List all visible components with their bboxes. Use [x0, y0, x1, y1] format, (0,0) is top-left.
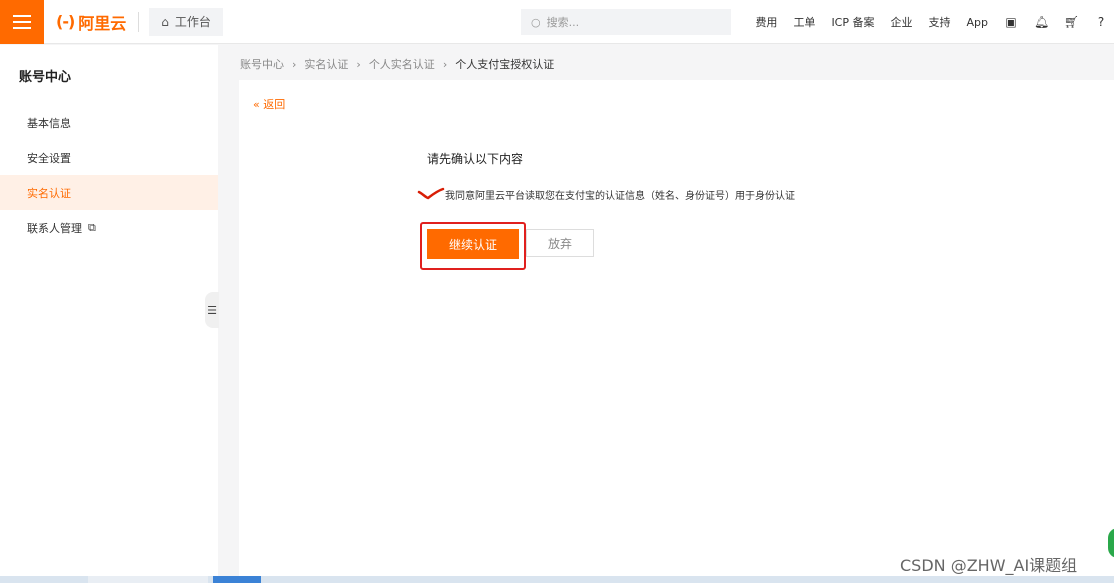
- nav-link-support[interactable]: 支持: [929, 14, 951, 30]
- hamburger-menu-button[interactable]: [0, 0, 44, 44]
- nav-link-app[interactable]: App: [967, 16, 989, 29]
- main-content: « 返回 请先确认以下内容 我同意阿里云平台读取您在支付宝的认证信息（姓名、身份…: [239, 80, 1114, 576]
- search-placeholder: 搜索...: [546, 16, 580, 29]
- top-links: 费用 工单 ICP 备案 企业 支持 App ▣ 🔔︎ 🛒︎ ?: [755, 0, 1108, 44]
- bell-icon[interactable]: 🔔︎: [1034, 15, 1049, 29]
- chevron-right-icon: ›: [356, 57, 361, 71]
- home-icon: ⌂: [161, 14, 169, 29]
- cart-icon[interactable]: 🛒︎: [1064, 15, 1079, 29]
- terminal-icon[interactable]: ▣: [1004, 15, 1018, 29]
- breadcrumb-item[interactable]: 个人实名认证: [369, 56, 435, 72]
- search-icon: ○: [531, 15, 541, 29]
- sidebar-item-security[interactable]: 安全设置: [0, 140, 218, 175]
- sidebar-collapse-handle[interactable]: ☰: [205, 292, 219, 328]
- nav-link-ticket[interactable]: 工单: [793, 14, 815, 30]
- chevron-right-icon: ›: [442, 57, 448, 71]
- sidebar-item-basic-info[interactable]: 基本信息: [0, 105, 218, 140]
- taskbar-item-active[interactable]: [213, 576, 261, 583]
- sidebar-item-label: 实名认证: [27, 186, 71, 200]
- nav-link-enterprise[interactable]: 企业: [891, 14, 913, 30]
- continue-verification-button[interactable]: 继续认证: [427, 229, 519, 259]
- external-link-icon: ⧉: [88, 220, 96, 234]
- breadcrumb: 账号中心 › 实名认证 › 个人实名认证 › 个人支付宝授权认证: [240, 56, 554, 72]
- taskbar-item[interactable]: [88, 576, 208, 583]
- breadcrumb-item[interactable]: 实名认证: [304, 56, 348, 72]
- aliyun-logo[interactable]: (-) 阿里云: [56, 10, 126, 34]
- watermark: CSDN @ZHW_AI课题组: [900, 556, 1078, 575]
- collapse-icon: ☰: [207, 303, 217, 317]
- sidebar-item-contacts[interactable]: 联系人管理 ⧉: [0, 210, 218, 245]
- sidebar-item-label: 联系人管理: [27, 221, 82, 235]
- taskbar: [0, 576, 1114, 583]
- breadcrumb-current: 个人支付宝授权认证: [455, 58, 555, 71]
- sidebar-item-label: 安全设置: [27, 151, 71, 165]
- breadcrumb-item[interactable]: 账号中心: [240, 56, 284, 72]
- nav-link-icp[interactable]: ICP 备案: [831, 14, 874, 30]
- chevron-right-icon: ›: [292, 57, 297, 71]
- sidebar: 账号中心 基本信息 安全设置 实名认证 联系人管理 ⧉: [0, 45, 218, 583]
- workbench-button[interactable]: ⌂ 工作台: [149, 7, 223, 36]
- help-icon[interactable]: ?: [1094, 15, 1108, 29]
- top-navbar: (-) 阿里云 ⌂ 工作台 ○ 搜索... 费用 工单 ICP 备案 企业 支持…: [0, 0, 1114, 44]
- aliyun-logo-icon: (-): [56, 12, 75, 31]
- sidebar-item-label: 基本信息: [27, 116, 71, 130]
- floating-help-badge[interactable]: [1108, 528, 1114, 558]
- divider: [138, 11, 140, 32]
- agreement-text: 我同意阿里云平台读取您在支付宝的认证信息（姓名、身份证号）用于身份认证: [445, 190, 795, 202]
- logo-text: 阿里云: [78, 13, 127, 33]
- check-mark-icon: [417, 187, 445, 200]
- abandon-button[interactable]: 放弃: [526, 229, 594, 257]
- nav-link-billing[interactable]: 费用: [755, 14, 777, 30]
- confirm-title: 请先确认以下内容: [427, 152, 524, 166]
- search-input[interactable]: ○ 搜索...: [521, 9, 731, 35]
- sidebar-title: 账号中心: [19, 69, 72, 85]
- workbench-label: 工作台: [174, 15, 211, 29]
- agreement-checkbox-row[interactable]: 我同意阿里云平台读取您在支付宝的认证信息（姓名、身份证号）用于身份认证: [417, 186, 795, 202]
- sidebar-item-real-name[interactable]: 实名认证: [0, 175, 218, 210]
- back-link[interactable]: « 返回: [253, 96, 285, 112]
